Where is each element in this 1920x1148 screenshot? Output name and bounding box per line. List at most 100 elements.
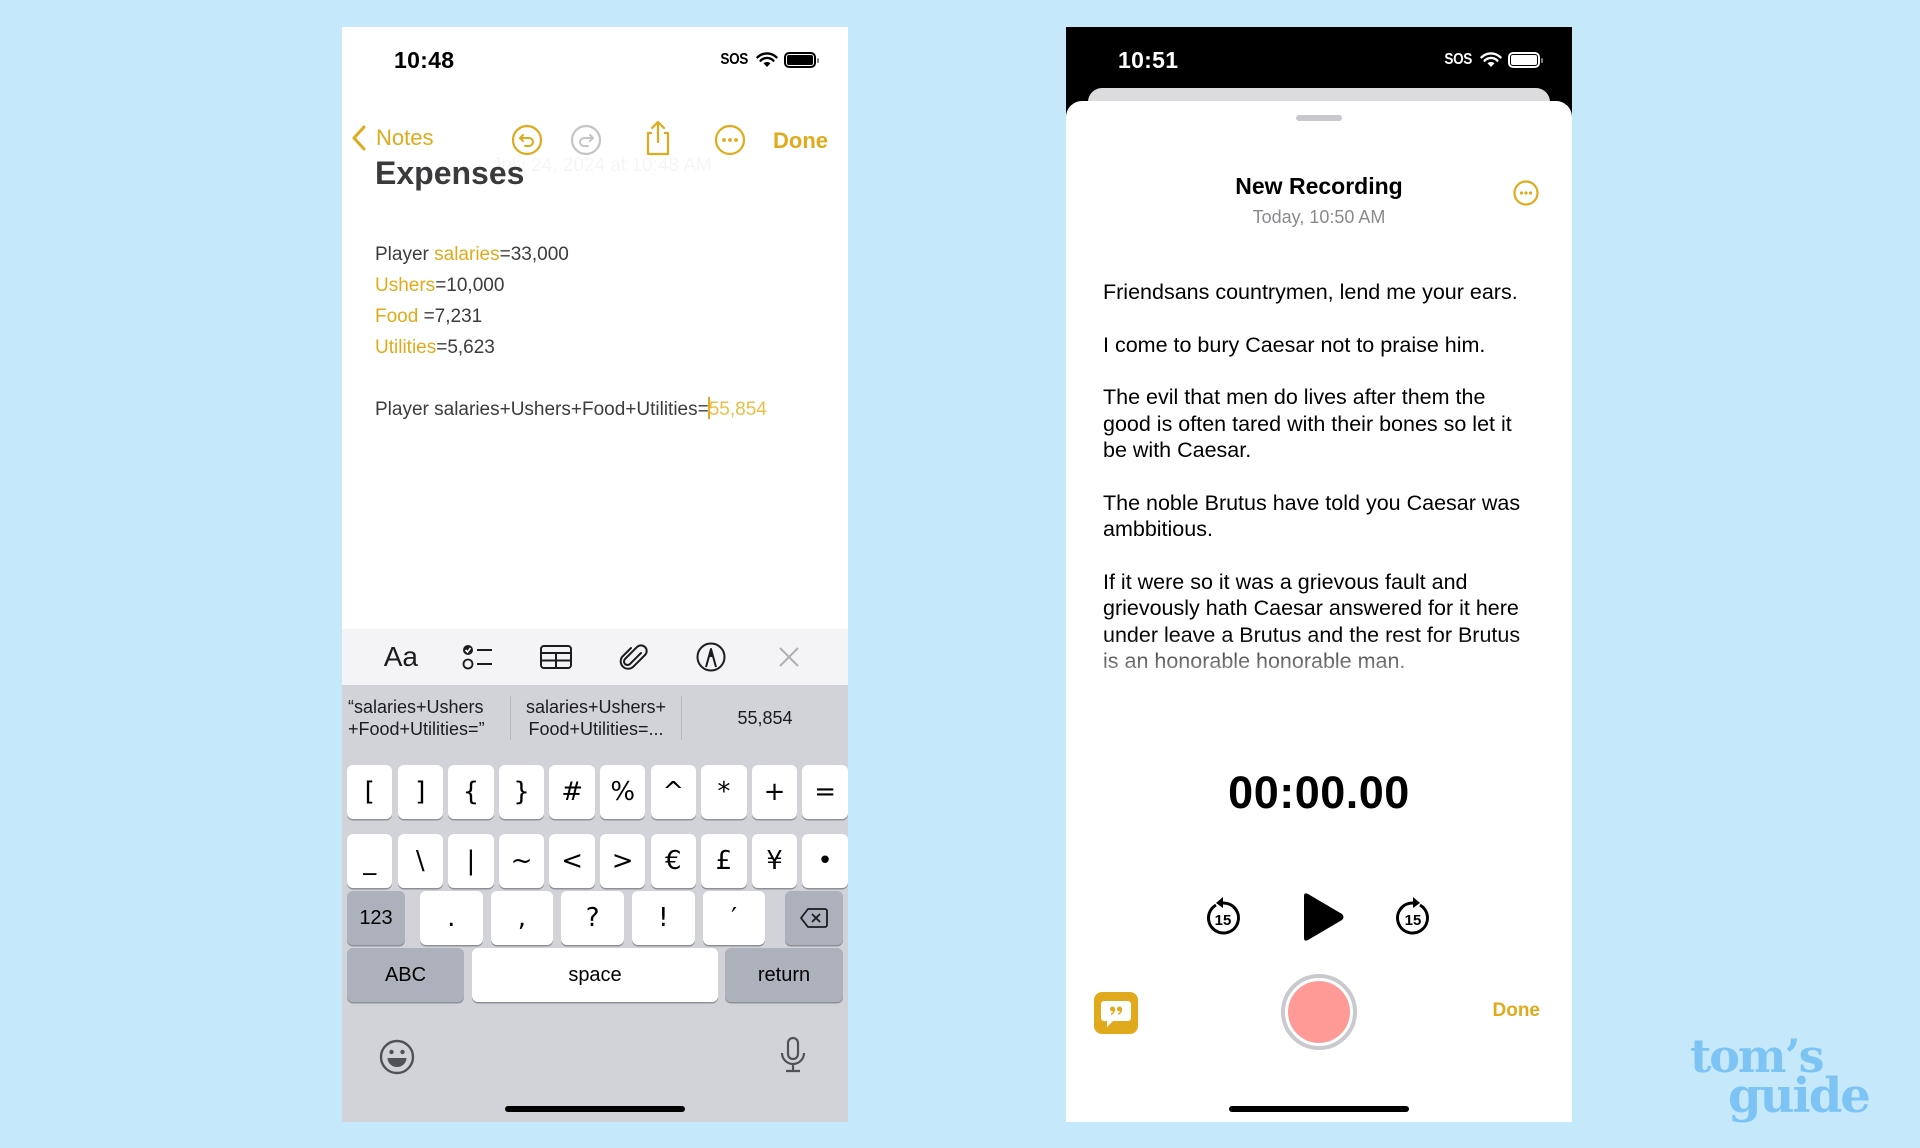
done-button[interactable]: Done [773,128,828,154]
skip-forward-seconds: 15 [1405,912,1422,929]
carrier-label: SOS [720,51,748,68]
punctuation-key[interactable]: ′ [702,891,766,945]
line-value: =7,231 [418,306,483,327]
emoji-icon[interactable] [377,1037,417,1077]
variable-name: Food [375,306,419,327]
symbol-key[interactable]: } [498,765,545,819]
transcript-button[interactable] [1094,992,1138,1034]
table-icon [540,645,573,669]
transcript[interactable]: Friendsans countrymen, lend me your ears… [1103,279,1532,699]
symbol-key[interactable]: • [802,834,848,888]
format-toolbar: Aa [342,629,848,685]
symbol-key[interactable]: [ [347,765,393,819]
formula-result[interactable]: 55,854 [709,399,767,420]
transcript-paragraph: The noble Brutus have told you Caesar wa… [1103,490,1521,542]
status-time: 10:48 [394,47,455,73]
prediction-suggestion[interactable]: salaries+Ushers+ Food+Utilities=... [511,696,681,740]
skip-forward-button[interactable]: 15 [1392,895,1434,939]
abc-key[interactable]: ABC [347,948,464,1002]
back-label: Notes [376,125,434,150]
carrier-label: SOS [1444,51,1472,68]
recording-title[interactable]: New Recording [1066,173,1572,200]
punctuation-key[interactable]: ! [632,891,695,945]
symbol-key[interactable]: \ [397,834,443,888]
line-value: =10,000 [435,275,505,296]
transcript-paragraph: If it were so it was a grievous fault an… [1103,569,1521,674]
table-button[interactable] [536,637,576,677]
voice-memo-phone-screen: 10:51 SOS New Recording Today, 10:50 AM … [1066,27,1572,1122]
punctuation-key[interactable]: ? [561,891,624,945]
transcript-paragraph: Friendsans countrymen, lend me your ears… [1103,280,1518,304]
symbol-key[interactable]: ¥ [751,834,798,888]
status-time: 10:51 [1118,47,1179,73]
symbol-key[interactable]: > [600,834,646,888]
skip-back-15-icon: 15 [1207,897,1240,935]
predictive-text-bar: “salaries+Ushers +Food+Utilities=” salar… [342,685,848,751]
symbol-key[interactable]: ] [397,765,443,819]
more-icon[interactable] [713,123,747,157]
expense-line: Utilities=5,623 [375,332,767,363]
logo-line-2: guide [1728,1068,1871,1124]
symbol-key[interactable]: ^ [650,765,696,819]
note-body[interactable]: Player salaries=33,000 Ushers=10,000 Foo… [375,239,767,425]
attachment-button[interactable] [614,637,654,677]
skip-forward-15-icon: 15 [1396,897,1429,935]
close-icon [779,647,799,667]
redo-icon[interactable] [569,123,603,157]
expense-line: Player salaries=33,000 [375,239,767,270]
return-key[interactable]: return [725,948,843,1002]
symbol-key[interactable]: | [448,834,494,888]
symbol-key[interactable]: € [650,834,696,888]
prediction-suggestion[interactable]: 55,854 [682,707,848,729]
prediction-suggestion[interactable]: “salaries+Ushers +Food+Utilities=” [342,696,510,740]
undo-icon[interactable] [510,123,544,157]
symbol-key[interactable]: * [701,765,747,819]
notes-phone-screen: 10:48 SOS Notes July 24, 2024 at 10:48 A… [342,27,848,1122]
symbol-key[interactable]: # [549,765,595,819]
status-bar: 10:48 SOS [342,27,848,97]
text-format-icon: Aa [383,641,418,672]
note-title[interactable]: Expenses [375,155,524,192]
attachment-icon [619,644,648,670]
back-to-notes-button[interactable]: Notes [352,125,433,151]
home-indicator [1229,1106,1409,1112]
symbol-key[interactable]: + [751,765,798,819]
play-icon [1304,893,1344,941]
microphone-icon[interactable] [773,1035,813,1075]
space-key[interactable]: space [472,948,718,1002]
skip-back-seconds: 15 [1215,912,1232,929]
record-button[interactable] [1280,973,1358,1051]
transcript-paragraph: I come to bury Caesar not to praise him. [1103,332,1486,357]
recording-sheet: New Recording Today, 10:50 AM Friendsans… [1066,101,1572,1122]
share-icon[interactable] [641,119,675,157]
transcript-paragraph: The evil that men do lives after them th… [1103,385,1512,462]
expense-line: Ushers=10,000 [375,270,767,301]
checklist-icon [463,645,493,670]
numbers-mode-key[interactable]: 123 [347,891,405,945]
skip-back-button[interactable]: 15 [1202,895,1244,939]
symbol-key[interactable]: % [600,765,646,819]
more-icon[interactable] [1512,179,1540,207]
wifi-icon [1480,52,1502,67]
text-format-button[interactable]: Aa [381,637,421,677]
battery-icon [784,52,819,68]
delete-key[interactable] [785,891,843,945]
toms-guide-logo: tom’s guide [1690,1033,1871,1124]
status-icons: SOS [718,51,819,69]
status-bar: 10:51 SOS [1066,27,1572,97]
markup-button[interactable] [691,637,731,677]
punctuation-key[interactable]: . [420,891,483,945]
symbol-key[interactable]: = [802,765,848,819]
punctuation-key[interactable]: , [490,891,554,945]
play-button[interactable] [1298,891,1346,943]
done-button[interactable]: Done [1493,1000,1541,1022]
symbol-key[interactable]: _ [347,834,393,888]
symbol-key[interactable]: £ [701,834,747,888]
symbol-key[interactable]: ~ [498,834,545,888]
close-toolbar-button[interactable] [769,637,809,677]
sheet-grabber[interactable] [1296,115,1342,121]
checklist-button[interactable] [458,637,498,677]
delete-icon [800,908,828,928]
symbol-key[interactable]: { [448,765,494,819]
symbol-key[interactable]: < [549,834,595,888]
